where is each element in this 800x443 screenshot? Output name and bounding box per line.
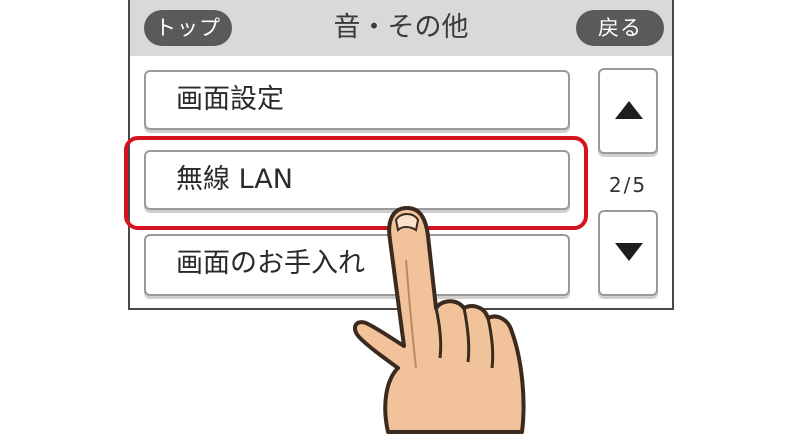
scroll-up-button[interactable]	[598, 68, 658, 154]
hand-pointer-icon	[352, 206, 526, 434]
header-bar: トップ 音・その他 戻る	[130, 0, 672, 56]
page-title: 音・その他	[333, 12, 469, 43]
illustration-stage: トップ 音・その他 戻る 画面設定 無線 LAN 画面のお手入れ 2/5	[0, 0, 800, 443]
page-indicator: 2/5	[608, 173, 648, 197]
back-button[interactable]: 戻る	[576, 10, 664, 46]
triangle-down-icon	[615, 243, 643, 261]
triangle-up-icon	[615, 101, 643, 119]
menu-item-display-settings[interactable]: 画面設定	[144, 70, 570, 130]
scroll-down-button[interactable]	[598, 210, 658, 296]
top-button[interactable]: トップ	[144, 10, 232, 46]
